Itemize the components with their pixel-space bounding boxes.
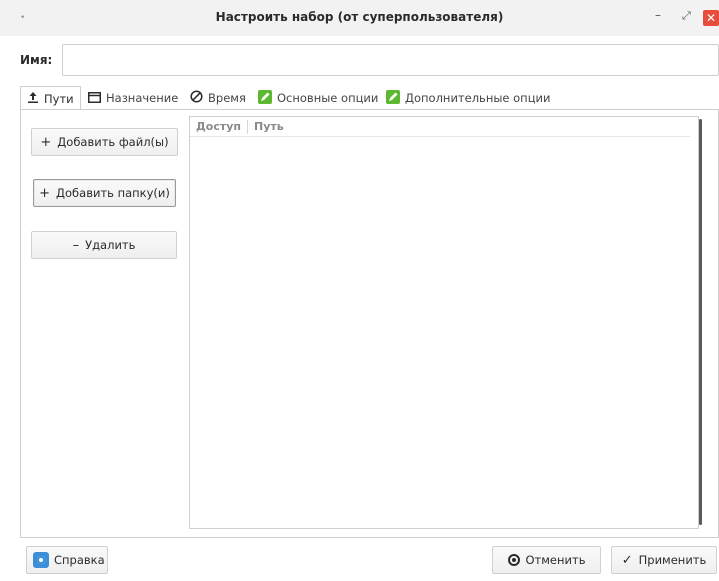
window-title: Настроить набор (от суперпользователя) bbox=[215, 10, 504, 24]
vertical-scrollbar[interactable] bbox=[699, 119, 702, 525]
tab-label: Основные опции bbox=[277, 91, 379, 105]
tab-advanced-options[interactable]: Дополнительные опции bbox=[386, 86, 550, 110]
title-bar: • Настроить набор (от суперпользователя)… bbox=[0, 0, 719, 36]
tab-label: Время bbox=[208, 91, 246, 105]
tab-paths[interactable]: Пути bbox=[20, 86, 81, 110]
minimize-icon[interactable]: – bbox=[655, 8, 661, 22]
column-header-access[interactable]: Доступ bbox=[196, 120, 241, 133]
tab-label: Назначение bbox=[106, 91, 179, 105]
check-icon: ✓ bbox=[621, 552, 633, 568]
minus-icon: – bbox=[72, 237, 80, 253]
tab-time[interactable]: Время bbox=[190, 86, 246, 110]
add-folders-label: Добавить папку(и) bbox=[56, 186, 170, 200]
column-header-path[interactable]: Путь bbox=[254, 120, 284, 133]
help-button[interactable]: Справка bbox=[26, 546, 108, 574]
tab-destination[interactable]: Назначение bbox=[88, 86, 178, 110]
add-folders-button[interactable]: + Добавить папку(и) bbox=[33, 179, 176, 207]
header-divider bbox=[190, 136, 690, 137]
help-icon bbox=[33, 552, 49, 568]
remove-label: Удалить bbox=[85, 238, 136, 252]
tab-basic-options[interactable]: Основные опции bbox=[258, 86, 378, 110]
name-label: Имя: bbox=[20, 53, 53, 67]
column-separator[interactable] bbox=[247, 120, 248, 134]
tab-bar: Пути Назначение Время Основные опции Доп… bbox=[20, 86, 719, 110]
tab-label: Пути bbox=[44, 91, 74, 106]
cancel-label: Отменить bbox=[525, 553, 586, 567]
no-clock-icon bbox=[190, 90, 203, 106]
upload-icon bbox=[27, 91, 39, 106]
plus-icon: + bbox=[40, 134, 52, 150]
plus-icon: + bbox=[39, 185, 51, 201]
add-files-label: Добавить файл(ы) bbox=[57, 135, 169, 149]
folder-icon bbox=[88, 91, 101, 106]
help-label: Справка bbox=[54, 553, 105, 567]
add-files-button[interactable]: + Добавить файл(ы) bbox=[31, 128, 178, 156]
paths-table[interactable]: Доступ Путь bbox=[189, 116, 702, 529]
apply-label: Применить bbox=[638, 553, 707, 567]
apply-button[interactable]: ✓ Применить bbox=[611, 546, 717, 574]
tab-label: Дополнительные опции bbox=[405, 91, 551, 105]
maximize-icon[interactable]: ⤢ bbox=[682, 9, 691, 23]
close-icon[interactable]: ✕ bbox=[703, 10, 719, 26]
cancel-button[interactable]: Отменить bbox=[492, 546, 601, 574]
name-input[interactable] bbox=[62, 44, 719, 76]
cancel-icon bbox=[507, 554, 520, 566]
edit-green-icon bbox=[386, 89, 400, 107]
remove-button[interactable]: – Удалить bbox=[31, 231, 177, 259]
edit-green-icon bbox=[258, 89, 272, 107]
